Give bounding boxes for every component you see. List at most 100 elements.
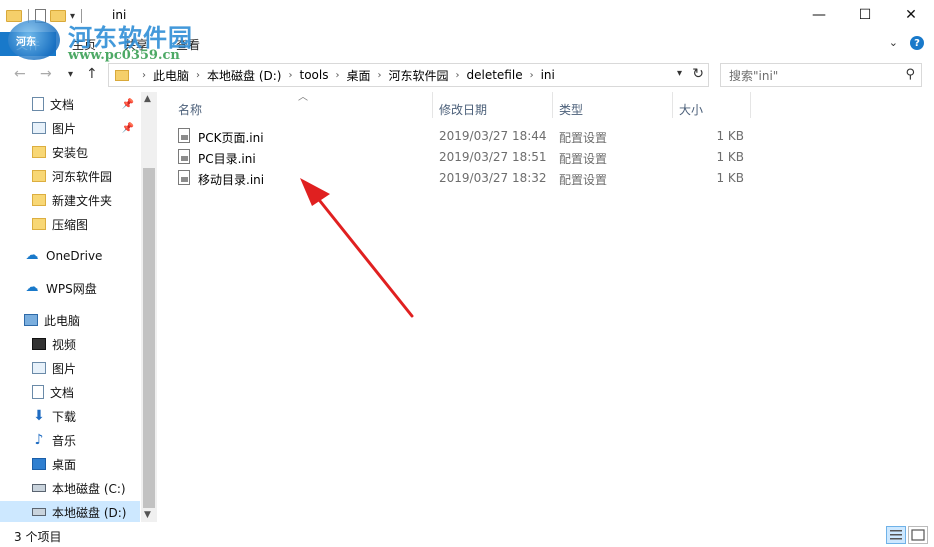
scroll-down-icon[interactable]: ▼ [144,510,151,520]
sidebar-item-this-pc[interactable]: 此电脑 [24,309,140,331]
up-icon[interactable]: ↑ [86,66,98,82]
scroll-up-icon[interactable]: ▲ [144,94,151,104]
picture-icon [32,362,46,374]
column-divider[interactable] [552,92,553,118]
scrollbar-thumb[interactable] [143,168,155,508]
sidebar-item-videos[interactable]: 视频 [32,333,140,355]
recent-locations-icon[interactable]: ▾ [68,69,73,80]
column-header-size[interactable]: 大小 [679,98,703,120]
column-divider[interactable] [750,92,751,118]
sidebar-item-label: 文档 [50,385,75,400]
sidebar-scrollbar[interactable]: ▲ ▼ [141,92,157,522]
chevron-down-icon[interactable]: ▾ [677,68,682,79]
column-header-date[interactable]: 修改日期 [439,98,487,120]
file-row[interactable]: PC目录.ini 2019/03/27 18:51 配置设置 1 KB [174,147,754,168]
video-icon [32,338,46,350]
status-bar: 3 个项目 [0,522,934,547]
sidebar-item-desktop[interactable]: 桌面 [32,453,140,475]
breadcrumb-hedong[interactable]: 河东软件园 [388,67,448,84]
back-icon[interactable]: ← [14,66,26,82]
new-folder-icon[interactable] [50,10,66,22]
breadcrumb-deletefile[interactable]: deletefile [467,68,523,82]
maximize-button[interactable]: ☐ [842,0,888,30]
chevron-right-icon[interactable]: › [196,70,200,81]
properties-icon[interactable] [35,9,46,23]
folder-icon [6,10,22,22]
breadcrumb-tools[interactable]: tools [299,68,328,82]
window-title: ini [112,8,127,22]
picture-icon [32,122,46,134]
quick-access-toolbar: ▾ [6,6,84,26]
chevron-right-icon[interactable]: › [335,70,339,81]
search-icon[interactable]: ⚲ [905,67,915,82]
divider [81,9,83,23]
details-view-button[interactable] [886,526,906,544]
folder-icon [32,146,46,158]
chevron-down-icon[interactable]: ▾ [70,11,75,22]
chevron-right-icon[interactable]: › [288,70,292,81]
sidebar-item-compressed[interactable]: 压缩图 [32,213,140,235]
item-count: 3 个项目 [14,530,62,544]
sidebar-item-drive-d[interactable]: 本地磁盘 (D:) [0,501,140,523]
sidebar-item-installers[interactable]: 安装包 [32,141,140,163]
sidebar-item-label: OneDrive [46,249,103,263]
chevron-right-icon[interactable]: › [377,70,381,81]
close-button[interactable]: ✕ [888,0,934,30]
search-input[interactable]: 搜索"ini" ⚲ [720,63,922,87]
address-bar[interactable]: › 此电脑 › 本地磁盘 (D:) › tools › 桌面 › 河东软件园 ›… [108,63,709,87]
column-header-name[interactable]: 名称 [178,98,202,120]
breadcrumb-this-pc[interactable]: 此电脑 [153,67,189,84]
breadcrumb-desktop[interactable]: 桌面 [346,67,370,84]
column-header-type[interactable]: 类型 [559,98,583,120]
large-icons-view-button[interactable] [908,526,928,544]
file-name: PC目录.ini [198,152,256,166]
chevron-right-icon[interactable]: › [530,70,534,81]
sidebar-item-label: 本地磁盘 (D:) [52,505,127,520]
ribbon-tabs: 文件 主页 共享 查看 ⌄ ? [0,32,934,58]
tab-view[interactable]: 查看 [176,36,200,53]
sidebar-item-wps[interactable]: ☁ WPS网盘 [24,277,140,299]
music-icon: ♪ [34,432,44,448]
column-divider[interactable] [432,92,433,118]
sidebar-item-documents[interactable]: 文档 📌 [32,93,140,115]
breadcrumb-ini[interactable]: ini [541,68,555,82]
cloud-icon: ☁ [25,248,39,263]
sidebar-item-music[interactable]: ♪ 音乐 [32,429,140,451]
wps-cloud-icon: ☁ [25,280,39,295]
pin-icon: 📌 [121,98,134,110]
sidebar-item-pc-documents[interactable]: 文档 [32,381,140,403]
sidebar-item-drive-c[interactable]: 本地磁盘 (C:) [32,477,140,499]
sidebar-item-label: 图片 [52,121,77,136]
tab-file[interactable]: 文件 [0,32,56,56]
file-size: 1 KB [716,171,744,185]
column-divider[interactable] [672,92,673,118]
tab-share[interactable]: 共享 [124,36,148,53]
ini-file-icon [178,170,190,185]
breadcrumb-drive-d[interactable]: 本地磁盘 (D:) [207,67,281,84]
minimize-button[interactable]: — [796,0,842,30]
expand-ribbon-icon[interactable]: ⌄ [889,36,898,50]
sidebar-item-hedong[interactable]: 河东软件园 [32,165,140,187]
sidebar-item-label: 下载 [52,409,77,424]
sidebar-item-downloads[interactable]: ⬇ 下载 [32,405,140,427]
file-name: PCK页面.ini [198,131,264,145]
tab-home[interactable]: 主页 [72,36,96,53]
sidebar-item-pictures[interactable]: 图片 📌 [32,117,140,139]
file-date: 2019/03/27 18:32 [439,171,547,185]
sidebar-item-label: 本地磁盘 (C:) [52,481,126,496]
forward-icon[interactable]: → [40,66,52,82]
refresh-icon[interactable]: ↻ [692,66,704,82]
title-bar: ▾ ini — ☐ ✕ [0,0,934,32]
sidebar-item-label: 压缩图 [52,217,89,232]
sidebar-item-onedrive[interactable]: ☁ OneDrive [24,245,140,267]
chevron-right-icon[interactable]: › [142,70,146,81]
help-icon[interactable]: ? [910,36,924,50]
file-size: 1 KB [716,150,744,164]
file-row[interactable]: 移动目录.ini 2019/03/27 18:32 配置设置 1 KB [174,168,754,189]
file-type: 配置设置 [559,131,608,145]
sidebar-item-pc-pictures[interactable]: 图片 [32,357,140,379]
file-row[interactable]: PCK页面.ini 2019/03/27 18:44 配置设置 1 KB [174,126,754,147]
chevron-right-icon[interactable]: › [456,70,460,81]
sidebar-item-new-folder[interactable]: 新建文件夹 [32,189,140,211]
sidebar-item-label: 新建文件夹 [52,193,113,208]
